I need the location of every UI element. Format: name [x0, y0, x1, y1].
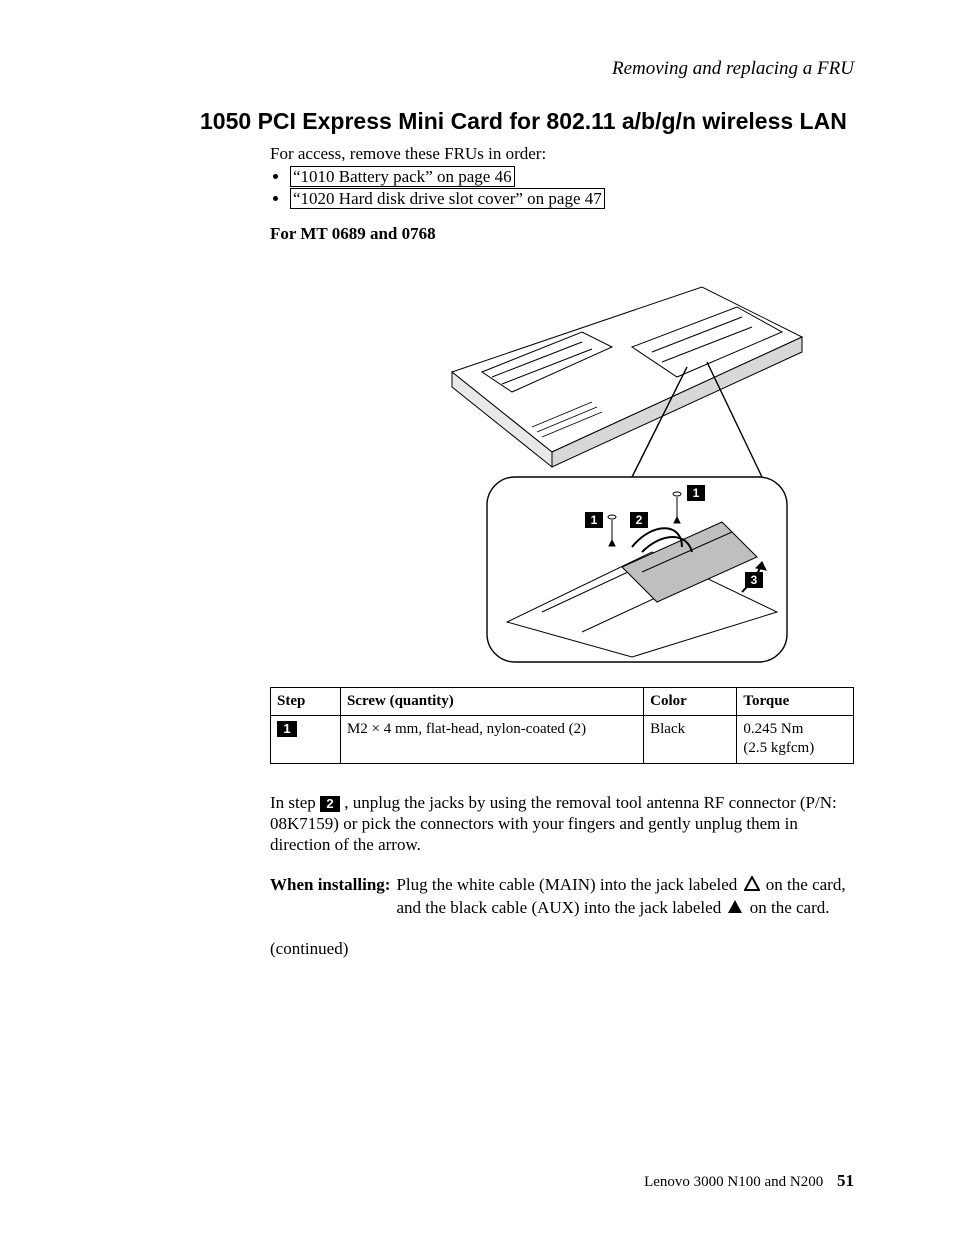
cross-reference-link[interactable]: “1020 Hard disk drive slot cover” on pag…: [290, 188, 605, 209]
fig-callout-1a: 1: [693, 486, 700, 500]
footer-page-number: 51: [837, 1171, 854, 1190]
th-step: Step: [271, 688, 341, 716]
cross-reference-link[interactable]: “1010 Battery pack” on page 46: [290, 166, 515, 187]
section-number: 1050: [200, 108, 251, 134]
step-badge-inline: 2: [320, 796, 340, 812]
intro-line: For access, remove these FRUs in order:: [270, 143, 854, 164]
fru-prereq-list: “1010 Battery pack” on page 46 “1020 Har…: [270, 166, 854, 209]
list-item: “1020 Hard disk drive slot cover” on pag…: [290, 188, 854, 209]
step-badge: 1: [277, 721, 297, 737]
page-footer: Lenovo 3000 N100 and N200 51: [644, 1171, 854, 1191]
cell-screw: M2 × 4 mm, flat-head, nylon-coated (2): [340, 715, 643, 763]
footer-book-title: Lenovo 3000 N100 and N200: [644, 1174, 823, 1190]
subheading: For MT 0689 and 0768: [270, 223, 854, 244]
th-screw: Screw (quantity): [340, 688, 643, 716]
installing-note: When installing: Plug the white cable (M…: [270, 874, 854, 921]
th-color: Color: [644, 688, 737, 716]
section-heading: 1050 PCI Express Mini Card for 802.11 a/…: [200, 108, 854, 135]
triangle-outline-icon: [744, 876, 760, 897]
exploded-diagram: 1 1 2 3: [270, 252, 854, 667]
section-title-text: PCI Express Mini Card for 802.11 a/b/g/n…: [258, 108, 847, 134]
th-torque: Torque: [737, 688, 854, 716]
installing-label: When installing:: [270, 874, 396, 921]
step2-paragraph: In step 2 , unplug the jacks by using th…: [270, 792, 854, 856]
cell-color: Black: [644, 715, 737, 763]
installing-text: Plug the white cable (MAIN) into the jac…: [396, 874, 854, 921]
triangle-solid-icon: [727, 899, 743, 920]
running-header: Removing and replacing a FRU: [200, 58, 854, 80]
fig-callout-1b: 1: [591, 513, 598, 527]
screw-table: Step Screw (quantity) Color Torque 1 M2 …: [270, 687, 854, 764]
fig-callout-2: 2: [636, 513, 643, 527]
fig-callout-3: 3: [751, 573, 758, 587]
table-row: 1 M2 × 4 mm, flat-head, nylon-coated (2)…: [271, 715, 854, 763]
continued-marker: (continued): [270, 938, 854, 959]
list-item: “1010 Battery pack” on page 46: [290, 166, 854, 187]
cell-torque: 0.245 Nm (2.5 kgfcm): [737, 715, 854, 763]
